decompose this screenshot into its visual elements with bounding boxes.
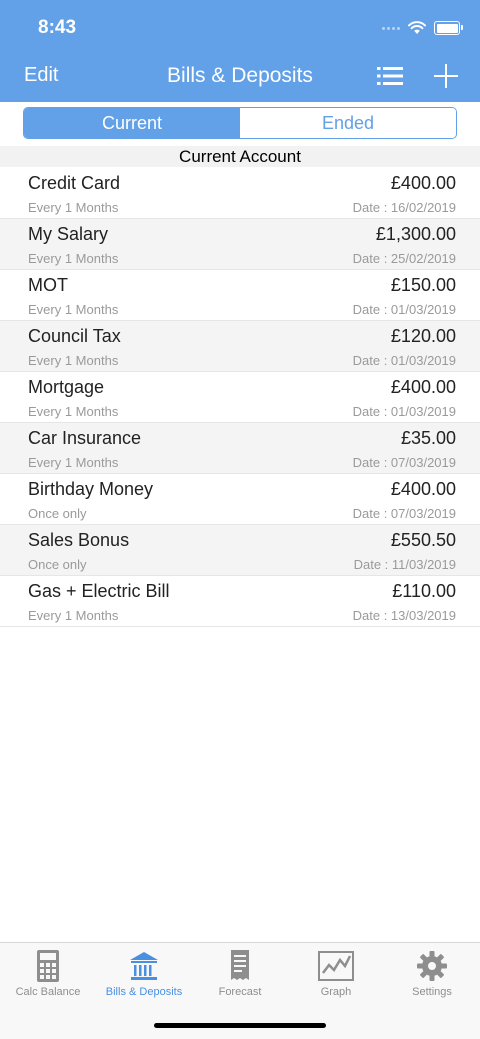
item-amount: £550.50 <box>390 530 456 550</box>
gear-icon <box>417 951 447 981</box>
list-item[interactable]: Gas + Electric Bill £110.00 Every 1 Mont… <box>0 576 480 627</box>
item-date: Date : 16/02/2019 <box>352 200 456 215</box>
list-item[interactable]: My Salary £1,300.00 Every 1 Months Date … <box>0 219 480 270</box>
segmented-control: Current Ended <box>23 107 457 139</box>
item-name: Sales Bonus <box>28 530 130 550</box>
tab-label: Graph <box>320 986 352 998</box>
item-name: Mortgage <box>28 377 105 397</box>
item-date: Date : 01/03/2019 <box>352 404 456 419</box>
tab-bills-deposits[interactable]: Bills & Deposits <box>96 943 192 1005</box>
list-item[interactable]: Credit Card £400.00 Every 1 Months Date … <box>0 168 480 219</box>
graph-icon <box>318 951 354 981</box>
tab-label: Calc Balance <box>15 986 81 998</box>
item-amount: £35.00 <box>400 428 456 448</box>
cellular-signal-icon <box>382 26 400 30</box>
item-name: Car Insurance <box>28 428 142 448</box>
item-name: Credit Card <box>28 173 121 193</box>
item-date: Date : 01/03/2019 <box>352 353 456 368</box>
tab-label: Forecast <box>218 986 262 998</box>
tab-label: Settings <box>412 986 452 998</box>
list-item[interactable]: Mortgage £400.00 Every 1 Months Date : 0… <box>0 372 480 423</box>
item-frequency: Once only <box>28 557 87 572</box>
battery-icon <box>434 21 463 35</box>
wifi-icon <box>408 21 426 34</box>
tab-forecast[interactable]: Forecast <box>192 943 288 1005</box>
item-name: My Salary <box>28 224 109 244</box>
nav-header: 8:43 Edit Bills & Deposits <box>0 0 480 102</box>
item-name: Gas + Electric Bill <box>28 581 170 601</box>
list-item[interactable]: Sales Bonus £550.50 Once only Date : 11/… <box>0 525 480 576</box>
item-name: Birthday Money <box>28 479 154 499</box>
item-frequency: Every 1 Months <box>28 200 119 215</box>
item-amount: £1,300.00 <box>375 224 456 244</box>
item-date: Date : 25/02/2019 <box>352 251 456 266</box>
status-time: 8:43 <box>38 17 77 38</box>
status-indicators <box>382 20 463 36</box>
segment-current[interactable]: Current <box>24 108 240 138</box>
item-name: Council Tax <box>28 326 121 346</box>
item-date: Date : 11/03/2019 <box>353 557 456 572</box>
item-frequency: Once only <box>28 506 87 521</box>
edit-button[interactable]: Edit <box>24 64 58 87</box>
calculator-icon <box>37 950 59 982</box>
segment-ended[interactable]: Ended <box>240 108 456 138</box>
item-frequency: Every 1 Months <box>28 353 119 368</box>
screen: 8:43 Edit Bills & Deposits Current Ended… <box>0 0 480 1039</box>
item-date: Date : 01/03/2019 <box>352 302 456 317</box>
item-date: Date : 07/03/2019 <box>352 455 456 470</box>
item-amount: £110.00 <box>392 581 456 601</box>
item-frequency: Every 1 Months <box>28 302 119 317</box>
item-frequency: Every 1 Months <box>28 404 119 419</box>
item-date: Date : 07/03/2019 <box>352 506 456 521</box>
home-indicator <box>154 1023 326 1028</box>
bills-list: Credit Card £400.00 Every 1 Months Date … <box>0 168 480 627</box>
section-header: Current Account <box>0 146 480 167</box>
item-date: Date : 13/03/2019 <box>352 608 456 623</box>
list-item[interactable]: Birthday Money £400.00 Once only Date : … <box>0 474 480 525</box>
item-amount: £150.00 <box>390 275 456 295</box>
bank-icon <box>130 952 158 980</box>
tab-settings[interactable]: Settings <box>384 943 480 1005</box>
item-amount: £400.00 <box>390 377 456 397</box>
item-amount: £120.00 <box>390 326 456 346</box>
receipt-icon <box>231 950 249 980</box>
item-frequency: Every 1 Months <box>28 251 119 266</box>
list-item[interactable]: Council Tax £120.00 Every 1 Months Date … <box>0 321 480 372</box>
tab-label: Bills & Deposits <box>105 986 183 998</box>
page-title: Bills & Deposits <box>167 64 313 87</box>
tab-graph[interactable]: Graph <box>288 943 384 1005</box>
item-amount: £400.00 <box>390 479 456 499</box>
item-frequency: Every 1 Months <box>28 455 119 470</box>
list-item[interactable]: MOT £150.00 Every 1 Months Date : 01/03/… <box>0 270 480 321</box>
list-icon[interactable] <box>377 66 403 86</box>
list-item[interactable]: Car Insurance £35.00 Every 1 Months Date… <box>0 423 480 474</box>
tab-calc-balance[interactable]: Calc Balance <box>0 943 96 1005</box>
item-name: MOT <box>28 275 68 295</box>
item-frequency: Every 1 Months <box>28 608 119 623</box>
plus-icon[interactable] <box>433 63 459 89</box>
item-amount: £400.00 <box>390 173 456 193</box>
